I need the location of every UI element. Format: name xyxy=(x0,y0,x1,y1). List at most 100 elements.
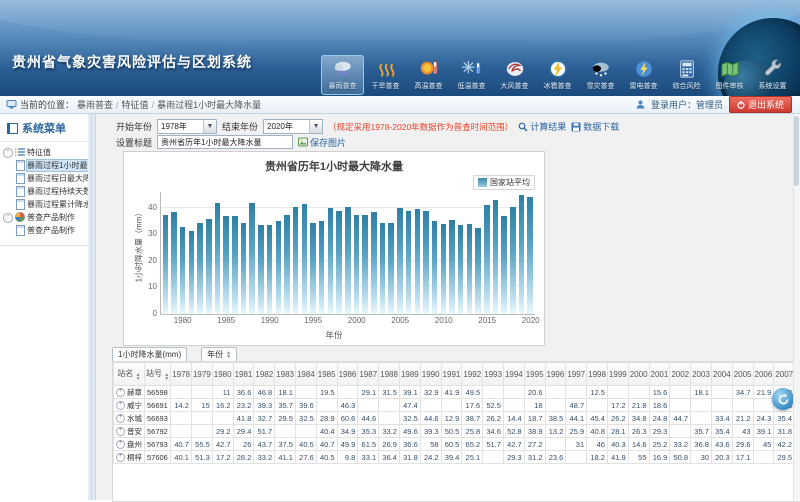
year-column-header[interactable]: 2001 xyxy=(649,363,670,386)
bar-2008 xyxy=(423,211,429,314)
sidebar: 系统菜单 -特征值暴雨过程1小时最大降水量暴雨过程日最大降水量暴雨过程持续天数暴… xyxy=(0,114,89,500)
value-cell: 34.6 xyxy=(483,425,504,438)
lightning-icon xyxy=(623,58,664,80)
year-column-header[interactable]: 2007 xyxy=(774,363,795,386)
nav-item-drought[interactable]: 干旱普查 xyxy=(364,55,407,95)
year-column-header[interactable]: 2006 xyxy=(753,363,774,386)
column-header-站号[interactable]: 站号 ▲▼ xyxy=(145,363,171,386)
breadcrumb-item[interactable]: 特征值 xyxy=(122,100,149,110)
sort-icon[interactable]: ▲▼ xyxy=(164,373,169,381)
year-column-header[interactable]: 2000 xyxy=(628,363,649,386)
nav-item-wind[interactable]: 大风普查 xyxy=(493,55,536,95)
sort-icon[interactable]: ▲▼ xyxy=(136,373,141,381)
value-cell: 18.7 xyxy=(524,412,545,425)
chevron-down-icon[interactable]: ▼ xyxy=(203,120,216,133)
year-column-header[interactable]: 1994 xyxy=(503,363,524,386)
sidebar-item-5[interactable]: -普查产品制作 xyxy=(3,211,88,224)
row-expander-icon[interactable]: + xyxy=(116,427,125,436)
value-cell: 43.6 xyxy=(711,438,732,451)
nav-item-risk[interactable]: 综合风险 xyxy=(665,55,708,95)
chart-legend[interactable]: 国家站平均 xyxy=(473,175,535,190)
bar-1982 xyxy=(197,223,203,315)
value-cell: 27.6 xyxy=(295,451,316,464)
value-cell: 46.8 xyxy=(254,386,275,399)
year-column-header[interactable]: 1984 xyxy=(295,363,316,386)
year-column-header[interactable]: 1995 xyxy=(524,363,545,386)
year-column-header[interactable]: 1981 xyxy=(233,363,254,386)
year-column-header[interactable]: 1983 xyxy=(275,363,296,386)
row-expander-icon[interactable]: + xyxy=(116,414,125,423)
nav-item-rainstorm[interactable]: 暴雨普查 xyxy=(321,55,364,95)
year-column-header[interactable]: 2003 xyxy=(691,363,712,386)
year-column-header[interactable]: 1986 xyxy=(337,363,358,386)
sidebar-item-2[interactable]: 暴雨过程日最大降水量 xyxy=(3,172,88,185)
refresh-button[interactable] xyxy=(772,388,794,410)
row-expander-icon[interactable]: + xyxy=(116,401,125,410)
chevron-down-icon[interactable]: ▼ xyxy=(309,120,322,133)
value-cell: 18.6 xyxy=(649,399,670,412)
year-column-header[interactable]: 2004 xyxy=(711,363,732,386)
year-column-header[interactable]: 1991 xyxy=(441,363,462,386)
value-cell: 60.6 xyxy=(337,412,358,425)
nav-item-cold[interactable]: 低温普查 xyxy=(450,55,493,95)
sidebar-item-1[interactable]: 暴雨过程1小时最大降水量 xyxy=(3,159,88,172)
year-column-header[interactable]: 1988 xyxy=(379,363,400,386)
year-column-header[interactable]: 2005 xyxy=(732,363,753,386)
logout-button[interactable]: 退出系统 xyxy=(729,96,792,113)
sidebar-item-6[interactable]: 普查产品制作 xyxy=(3,224,88,237)
year-column-header[interactable]: 1989 xyxy=(399,363,420,386)
chart-title-input[interactable] xyxy=(157,135,293,149)
year-column-header[interactable]: 1999 xyxy=(607,363,628,386)
nav-item-map-review[interactable]: 图件审核 xyxy=(708,55,751,95)
sidebar-item-0[interactable]: -特征值 xyxy=(3,146,88,159)
year-column-header[interactable]: 1985 xyxy=(316,363,337,386)
calc-result-button[interactable]: 计算结果 xyxy=(518,120,566,133)
app-title: 贵州省气象灾害风险评估与区划系统 xyxy=(12,52,252,72)
tree-toggle-icon[interactable]: - xyxy=(3,148,13,158)
map-review-icon xyxy=(709,58,750,80)
tree-toggle-icon[interactable]: - xyxy=(3,213,13,223)
save-image-button[interactable]: 保存图片 xyxy=(298,136,346,149)
scrollbar-thumb[interactable] xyxy=(794,116,799,186)
start-year-select[interactable]: 1978年 ▼ xyxy=(157,119,217,134)
page-scrollbar[interactable] xyxy=(793,114,800,500)
nav-item-settings[interactable]: 系统设置 xyxy=(751,55,794,95)
value-cell: 37.5 xyxy=(275,438,296,451)
year-column-header[interactable]: 1990 xyxy=(420,363,441,386)
year-column-header[interactable]: 1998 xyxy=(587,363,608,386)
year-column-header[interactable]: 1992 xyxy=(462,363,483,386)
year-column-header[interactable]: 1987 xyxy=(358,363,379,386)
year-column-header[interactable]: 1978 xyxy=(171,363,192,386)
column-header-站名[interactable]: 站名 ▲▼ xyxy=(114,363,145,386)
value-cell: 29.1 xyxy=(358,386,379,399)
year-column-header[interactable]: 1993 xyxy=(483,363,504,386)
year-column-header[interactable]: 1982 xyxy=(254,363,275,386)
nav-item-hail[interactable]: 冰雹普查 xyxy=(536,55,579,95)
year-column-header[interactable]: 1996 xyxy=(545,363,566,386)
year-column-header[interactable]: 1980 xyxy=(212,363,233,386)
year-column-header[interactable]: 1997 xyxy=(566,363,587,386)
end-year-select[interactable]: 2020年 ▼ xyxy=(263,119,323,134)
year-column-chip[interactable]: 年份 ▲▼ xyxy=(201,347,237,362)
value-cell: 40.5 xyxy=(295,438,316,451)
nav-item-heat[interactable]: 高温普查 xyxy=(407,55,450,95)
measure-chip[interactable]: 1小时降水量(mm) xyxy=(112,347,187,362)
value-cell: 11 xyxy=(212,386,233,399)
nav-item-snow[interactable]: 雪灾普查 xyxy=(579,55,622,95)
year-column-header[interactable]: 2002 xyxy=(670,363,691,386)
table-row: +赫章565981136.646.818.119.529.131.539.132… xyxy=(114,386,800,399)
data-download-button[interactable]: 数据下载 xyxy=(571,120,619,133)
sidebar-item-3[interactable]: 暴雨过程持续天数 xyxy=(3,185,88,198)
sort-icon[interactable]: ▲▼ xyxy=(226,351,231,359)
nav-item-lightning[interactable]: 雷电普查 xyxy=(622,55,665,95)
breadcrumb-item[interactable]: 暴雨普查 xyxy=(77,100,113,110)
row-expander-icon[interactable]: + xyxy=(116,440,125,449)
breadcrumb-item[interactable]: 暴雨过程1小时最大降水量 xyxy=(157,100,261,110)
year-column-header[interactable]: 1979 xyxy=(191,363,212,386)
value-cell: 46.3 xyxy=(337,399,358,412)
sidebar-item-4[interactable]: 暴雨过程累计降水量 xyxy=(3,198,88,211)
row-expander-icon[interactable]: + xyxy=(116,453,125,462)
value-cell: 45 xyxy=(753,438,774,451)
sidebar-splitter[interactable] xyxy=(88,114,96,500)
row-expander-icon[interactable]: + xyxy=(116,388,125,397)
